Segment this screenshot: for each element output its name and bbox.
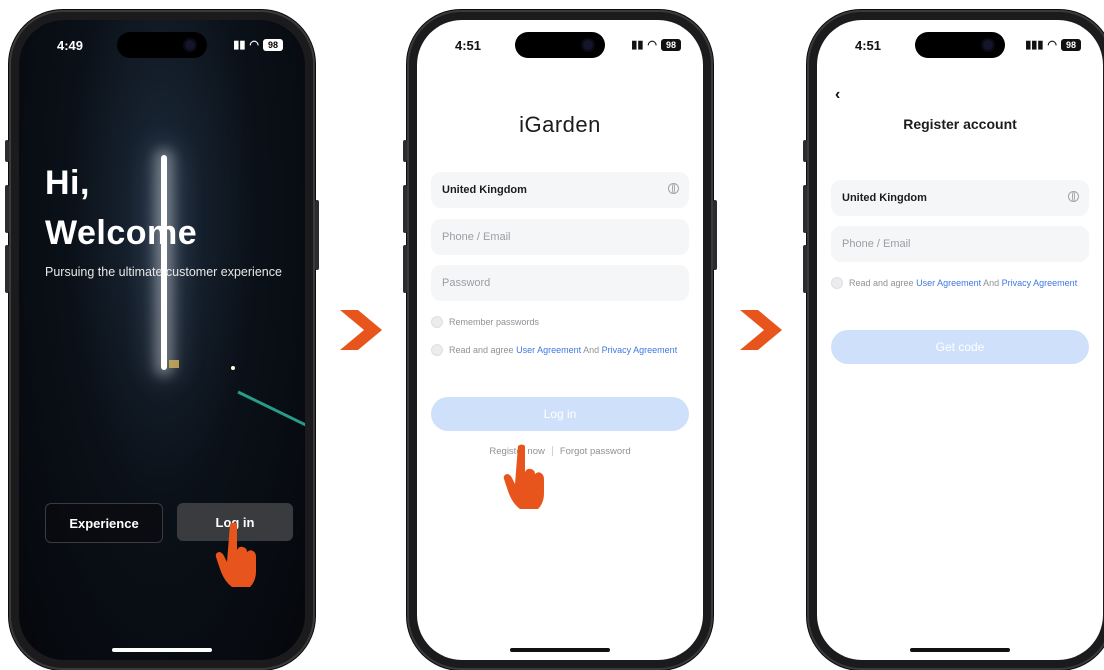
phone-welcome-screen: 4:49 ▮▮ ◠ 98 Hi, Welcome Pursuing the ul… bbox=[5, 10, 319, 670]
remember-password-row[interactable]: Remember passwords bbox=[431, 316, 685, 328]
country-select[interactable]: United Kingdom bbox=[831, 180, 1089, 216]
battery-icon: 98 bbox=[1061, 38, 1081, 51]
wifi-icon: ◠ bbox=[249, 39, 259, 51]
welcome-screen: 4:49 ▮▮ ◠ 98 Hi, Welcome Pursuing the ul… bbox=[19, 20, 305, 660]
home-indicator[interactable] bbox=[910, 648, 1010, 652]
phone-email-input[interactable]: Phone / Email bbox=[831, 226, 1089, 262]
home-indicator[interactable] bbox=[510, 648, 610, 652]
password-input[interactable]: Password bbox=[431, 265, 689, 301]
agree-prefix: Read and agree bbox=[849, 278, 914, 288]
agree-and: And bbox=[583, 345, 600, 355]
login-screen: 4:51 ▮▮ ◠ 98 iGarden United Kingdom Phon… bbox=[417, 20, 703, 660]
status-bar: 4:49 ▮▮ ◠ 98 bbox=[19, 36, 305, 56]
agree-prefix: Read and agree bbox=[449, 345, 514, 355]
link-divider bbox=[551, 446, 553, 457]
status-time: 4:49 bbox=[57, 38, 84, 53]
experience-button[interactable]: Experience bbox=[45, 503, 163, 543]
app-title: iGarden bbox=[519, 112, 601, 137]
login-button[interactable]: Log in bbox=[431, 397, 689, 431]
phone-register-screen: 4:51 ▮▮▮ ◠ 98 ‹ Register account United … bbox=[803, 10, 1104, 670]
battery-icon: 98 bbox=[661, 38, 681, 51]
greeting-line-2: Welcome bbox=[45, 214, 198, 252]
greeting-line-1: Hi, bbox=[45, 164, 90, 202]
country-value: United Kingdom bbox=[842, 192, 927, 204]
wifi-icon: ◠ bbox=[647, 39, 657, 51]
globe-icon[interactable] bbox=[1068, 191, 1079, 202]
page-title: Register account bbox=[903, 116, 1017, 132]
agreement-row[interactable]: Read and agree User Agreement And Privac… bbox=[831, 277, 1085, 289]
phone-email-placeholder: Phone / Email bbox=[842, 238, 911, 250]
phone-email-input[interactable]: Phone / Email bbox=[431, 219, 689, 255]
get-code-button[interactable]: Get code bbox=[831, 330, 1089, 364]
welcome-heading: Hi, Welcome bbox=[45, 158, 197, 258]
signal-icon: ▮▮ bbox=[631, 39, 644, 51]
welcome-subtitle: Pursuing the ultimate customer experienc… bbox=[45, 265, 282, 279]
status-time: 4:51 bbox=[855, 38, 882, 53]
country-select[interactable]: United Kingdom bbox=[431, 172, 689, 208]
background-sign bbox=[169, 360, 179, 368]
agree-checkbox[interactable] bbox=[831, 277, 843, 289]
chevron-left-icon[interactable]: ‹ bbox=[835, 86, 840, 104]
tap-hand-icon bbox=[215, 522, 256, 587]
forgot-password-link[interactable]: Forgot password bbox=[560, 446, 631, 457]
wifi-icon: ◠ bbox=[1047, 39, 1057, 51]
country-value: United Kingdom bbox=[442, 184, 527, 196]
battery-icon: 98 bbox=[263, 38, 283, 51]
remember-checkbox[interactable] bbox=[431, 316, 443, 328]
user-agreement-link[interactable]: User Agreement bbox=[916, 278, 981, 288]
signal-icon: ▮▮ bbox=[233, 39, 246, 51]
tap-hand-icon bbox=[503, 444, 544, 509]
agree-and: And bbox=[983, 278, 1000, 288]
background-light-dot bbox=[231, 366, 235, 370]
privacy-agreement-link[interactable]: Privacy Agreement bbox=[602, 345, 678, 355]
home-indicator[interactable] bbox=[112, 648, 212, 652]
privacy-agreement-link[interactable]: Privacy Agreement bbox=[1002, 278, 1078, 288]
background-light-streak bbox=[237, 390, 305, 429]
status-bar: 4:51 ▮▮ ◠ 98 bbox=[417, 36, 703, 56]
phone-email-placeholder: Phone / Email bbox=[442, 231, 511, 243]
register-screen: 4:51 ▮▮▮ ◠ 98 ‹ Register account United … bbox=[817, 20, 1103, 660]
signal-icon: ▮▮▮ bbox=[1025, 39, 1044, 51]
status-bar: 4:51 ▮▮▮ ◠ 98 bbox=[817, 36, 1103, 56]
phone-login-screen: 4:51 ▮▮ ◠ 98 iGarden United Kingdom Phon… bbox=[403, 10, 717, 670]
agreement-row[interactable]: Read and agree User Agreement And Privac… bbox=[431, 344, 685, 356]
user-agreement-link[interactable]: User Agreement bbox=[516, 345, 581, 355]
agree-checkbox[interactable] bbox=[431, 344, 443, 356]
auth-links: Register now Forgot password bbox=[417, 446, 703, 457]
next-step-arrow-icon bbox=[740, 310, 782, 350]
password-placeholder: Password bbox=[442, 277, 491, 289]
globe-icon[interactable] bbox=[668, 183, 679, 194]
remember-label: Remember passwords bbox=[449, 317, 540, 327]
status-time: 4:51 bbox=[455, 38, 482, 53]
next-step-arrow-icon bbox=[340, 310, 382, 350]
